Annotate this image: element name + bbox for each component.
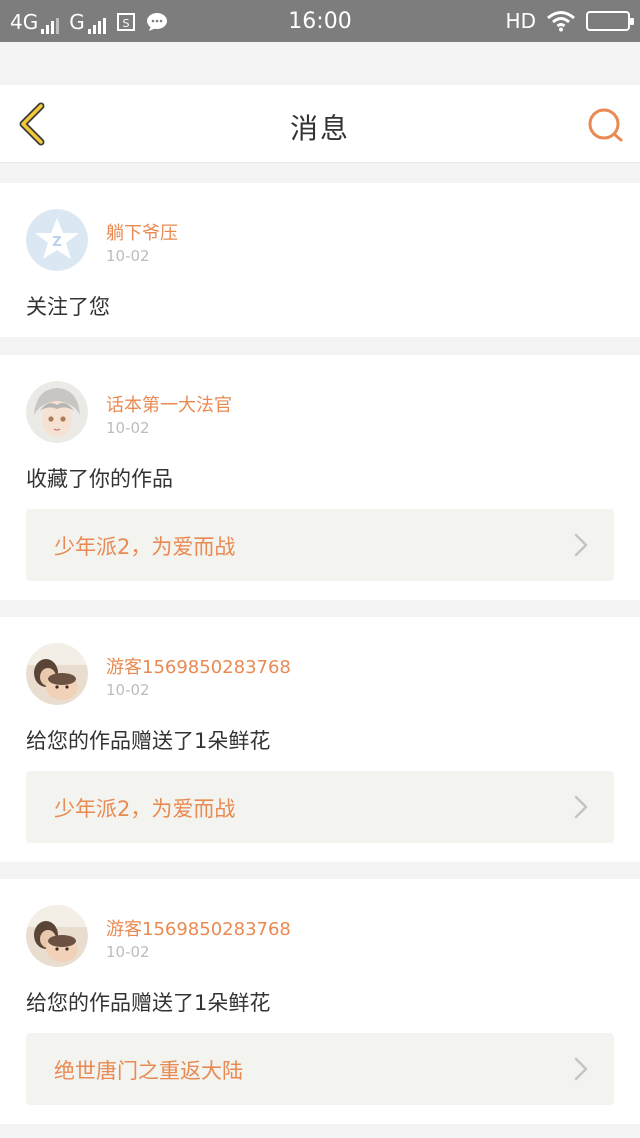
message-text: 给您的作品赠送了1朵鲜花 (26, 729, 271, 753)
message-card: 游客1569850283768 10-02 给您的作品赠送了1朵鲜花 绝世唐门之… (0, 879, 640, 1124)
message-date: 10-02 (106, 943, 150, 961)
message-text: 关注了您 (26, 295, 110, 319)
avatar[interactable] (26, 905, 88, 967)
user-name[interactable]: 游客1569850283768 (106, 915, 291, 941)
battery-icon (586, 11, 634, 31)
search-icon[interactable] (586, 105, 626, 145)
avatar[interactable] (26, 643, 88, 705)
work-link[interactable]: 绝世唐门之重返大陆 (26, 1033, 614, 1105)
status-bar: 4G G S 16:00 HD (0, 0, 640, 42)
message-card: 话本第一大法官 10-02 收藏了你的作品 少年派2，为爱而战 (0, 355, 640, 600)
work-link[interactable]: 少年派2，为爱而战 (26, 771, 614, 843)
photo-avatar-icon (26, 905, 88, 967)
svg-text:Z: Z (52, 235, 61, 250)
work-title: 少年派2，为爱而战 (54, 797, 236, 821)
work-title: 少年派2，为爱而战 (54, 535, 236, 559)
message-card: Z 躺下爷压 10-02 关注了您 (0, 183, 640, 337)
user-name[interactable]: 游客1569850283768 (106, 653, 291, 679)
chevron-right-icon (574, 795, 588, 819)
user-name[interactable]: 躺下爷压 (106, 219, 178, 245)
photo-avatar-icon (26, 643, 88, 705)
work-title: 绝世唐门之重返大陆 (54, 1059, 243, 1083)
user-name[interactable]: 话本第一大法官 (106, 391, 232, 417)
message-text: 给您的作品赠送了1朵鲜花 (26, 991, 271, 1015)
avatar[interactable]: Z (26, 209, 88, 271)
qzone-star-avatar-icon: Z (26, 209, 88, 271)
page-title: 消息 (289, 112, 350, 145)
message-date: 10-02 (106, 247, 150, 265)
message-card: 游客1569850283768 10-02 给您的作品赠送了1朵鲜花 少年派2，… (0, 617, 640, 862)
hd-label: HD (505, 9, 536, 33)
chevron-right-icon (574, 1057, 588, 1081)
message-date: 10-02 (106, 419, 150, 437)
avatar[interactable] (26, 381, 88, 443)
wifi-icon (547, 11, 575, 32)
anime-character-avatar-icon (26, 381, 88, 443)
status-right: HD (505, 9, 634, 33)
message-text: 收藏了你的作品 (26, 467, 173, 491)
chevron-right-icon (574, 533, 588, 557)
work-link[interactable]: 少年派2，为爱而战 (26, 509, 614, 581)
message-date: 10-02 (106, 681, 150, 699)
top-nav-bar: 消息 (0, 85, 640, 163)
